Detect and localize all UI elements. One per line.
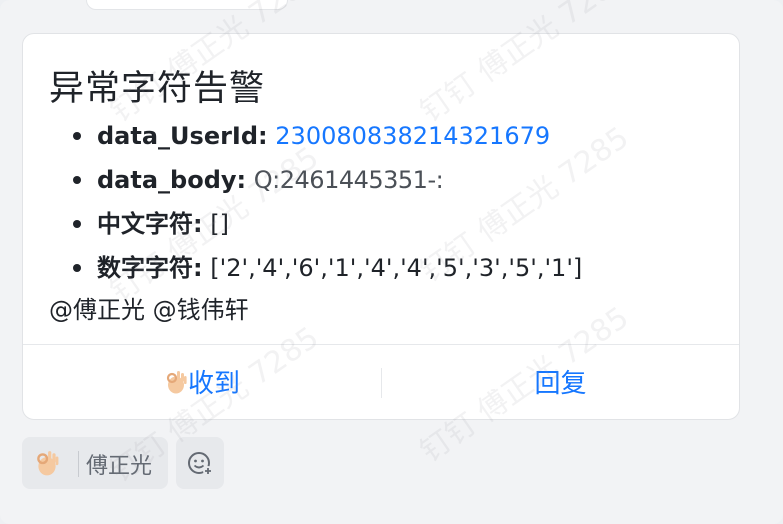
reaction-chip[interactable]: 傅正光 — [22, 437, 168, 489]
divider — [78, 451, 79, 477]
reply-label: 回复 — [534, 369, 587, 399]
field-value: Q:2461445351-: — [253, 166, 444, 194]
field-digit-chars: 数字字符: ['2','4','6','1','4','4','5','3','… — [73, 246, 582, 290]
user-id-link[interactable]: 230080838214321679 — [275, 122, 550, 150]
card-title: 异常字符告警 — [49, 69, 266, 109]
ok-hand-icon — [166, 371, 187, 394]
field-body: data_body: Q:2461445351-: — [73, 158, 582, 202]
field-list: data_UserId: 230080838214321679 data_bod… — [73, 114, 582, 290]
field-key: data_UserId: — [97, 122, 268, 150]
reply-button[interactable]: 回复 — [382, 364, 739, 404]
field-key: 数字字符: — [97, 254, 203, 282]
field-key: data_body: — [97, 166, 247, 194]
divider — [23, 344, 739, 345]
add-emoji-icon — [188, 452, 213, 476]
previous-message-edge — [86, 0, 288, 10]
ok-hand-icon — [37, 451, 59, 476]
field-chinese-chars: 中文字符: [] — [73, 202, 582, 246]
reaction-user: 傅正光 — [86, 454, 153, 479]
field-key: 中文字符: — [97, 210, 203, 238]
alert-card: 异常字符告警 data_UserId: 230080838214321679 d… — [22, 33, 740, 420]
ack-button[interactable]: 收到 — [23, 364, 381, 404]
mentions[interactable]: @傅正光 @钱伟轩 — [49, 290, 249, 325]
message-bubble: 异常字符告警 data_UserId: 230080838214321679 d… — [0, 0, 783, 524]
ack-label: 收到 — [187, 369, 240, 399]
add-reaction-button[interactable] — [176, 437, 224, 489]
field-value: [] — [210, 210, 229, 238]
field-value: ['2','4','6','1','4','4','5','3','5','1'… — [210, 254, 583, 282]
field-user-id: data_UserId: 230080838214321679 — [73, 114, 582, 158]
